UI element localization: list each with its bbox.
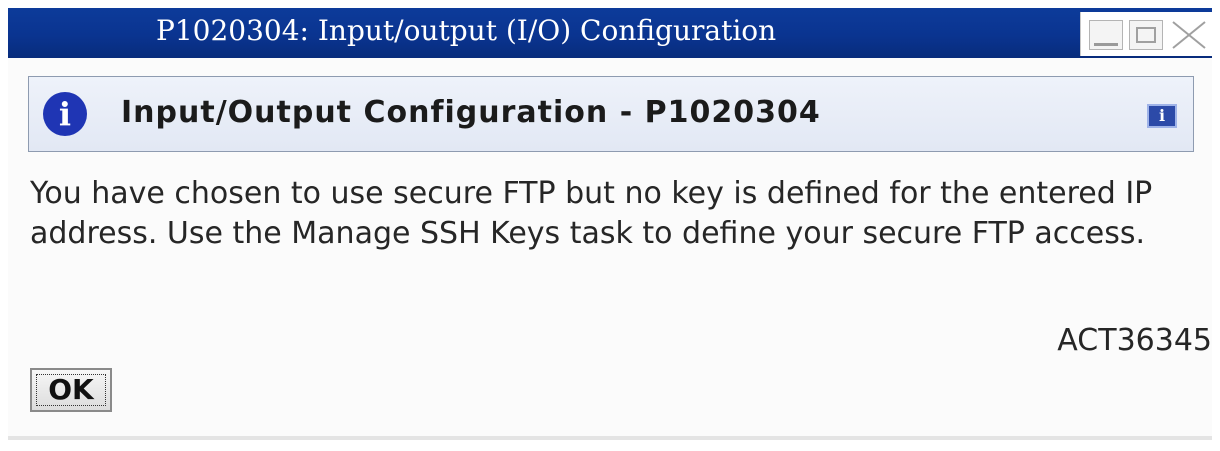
close-icon[interactable] bbox=[1169, 20, 1209, 50]
minimize-icon[interactable] bbox=[1089, 20, 1123, 50]
message-title: Input/Output Configuration - P1020304 bbox=[121, 95, 821, 130]
window-controls bbox=[1080, 12, 1213, 56]
window-bottom-border bbox=[8, 436, 1212, 440]
help-icon[interactable]: i bbox=[1147, 104, 1177, 128]
message-header: i Input/Output Configuration - P1020304 … bbox=[28, 76, 1194, 152]
title-bar[interactable]: P1020304: Input/output (I/O) Configurati… bbox=[8, 8, 1213, 58]
ok-button[interactable]: OK bbox=[30, 368, 112, 412]
info-icon: i bbox=[43, 92, 87, 136]
message-body: You have chosen to use secure FTP but no… bbox=[30, 176, 1153, 251]
maximize-icon[interactable] bbox=[1129, 20, 1163, 50]
dialog-window: P1020304: Input/output (I/O) Configurati… bbox=[8, 8, 1213, 440]
ok-button-label: OK bbox=[36, 374, 106, 406]
window-title: P1020304: Input/output (I/O) Configurati… bbox=[156, 14, 777, 47]
message-code: ACT36345 bbox=[1057, 323, 1212, 358]
